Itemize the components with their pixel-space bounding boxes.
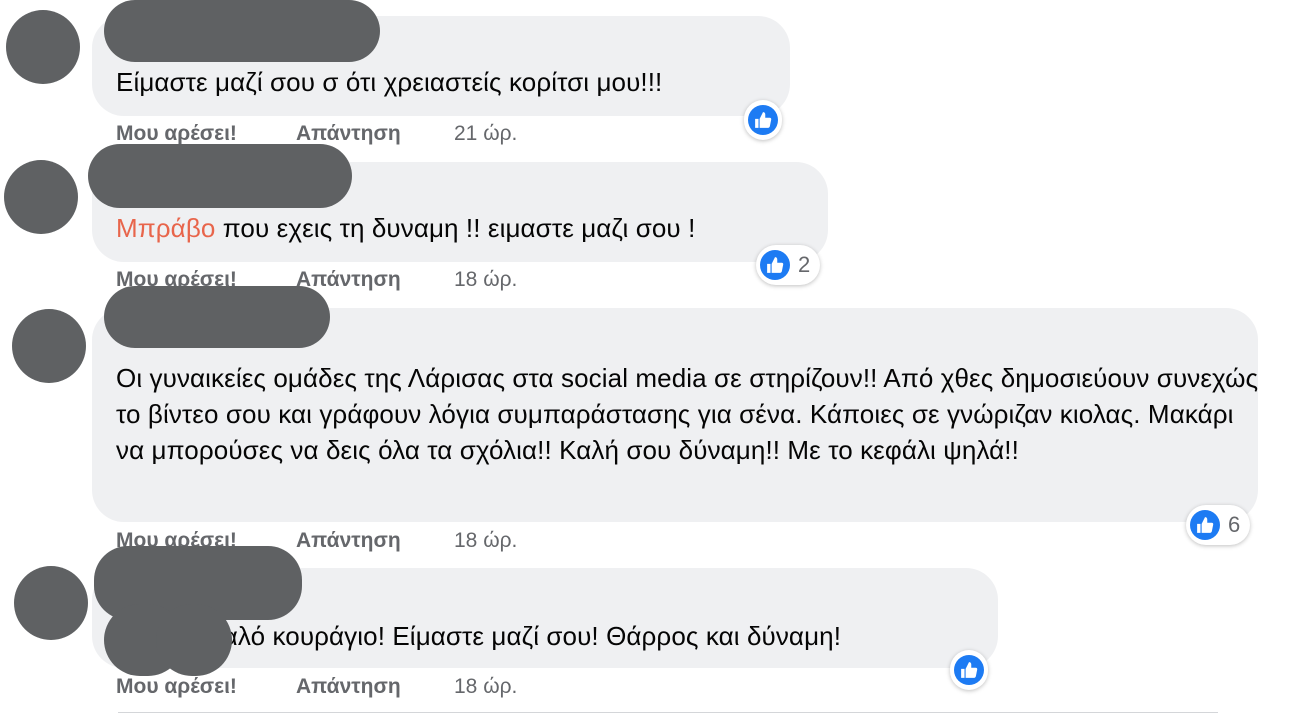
redacted-author-name[interactable] — [104, 286, 330, 348]
comment-body: που εχεις τη δυναμη !! ειμαστε μαζι σου … — [215, 213, 696, 243]
like-link[interactable]: Μου αρέσει! — [116, 675, 237, 699]
comment-text: καλό κουράγιο! Είμαστε μαζί σου! Θάρρος … — [210, 621, 842, 651]
redacted-mention[interactable] — [156, 604, 232, 676]
comment-text: Μπράβο που εχεις τη δυναμη !! ειμαστε μα… — [116, 210, 695, 246]
avatar[interactable] — [12, 309, 86, 383]
timestamp[interactable]: 18 ώρ. — [454, 529, 517, 553]
reaction-count: 6 — [1228, 512, 1241, 537]
reaction-badge[interactable] — [744, 100, 782, 140]
avatar[interactable] — [14, 566, 88, 640]
like-link[interactable]: Μου αρέσει! — [116, 122, 237, 146]
divider — [118, 712, 1218, 713]
timestamp[interactable]: 18 ώρ. — [454, 675, 517, 699]
reaction-badge[interactable] — [950, 650, 988, 690]
reply-link[interactable]: Απάντηση — [296, 529, 401, 553]
reaction-badge[interactable]: 2 — [756, 245, 821, 285]
comment-text: Οι γυναικείες ομάδες της Λάρισας στα soc… — [116, 363, 1259, 465]
like-icon — [760, 250, 790, 280]
avatar[interactable] — [4, 160, 78, 234]
redacted-author-name[interactable] — [104, 0, 380, 62]
reaction-badge[interactable]: 6 — [1186, 505, 1251, 545]
mention-link[interactable]: Μπράβο — [116, 213, 215, 243]
like-icon — [748, 105, 778, 135]
reaction-count: 2 — [798, 252, 811, 277]
like-icon — [1190, 510, 1220, 540]
reply-link[interactable]: Απάντηση — [296, 122, 401, 146]
comment-text: Είμαστε μαζί σου σ ότι χρειαστείς κορίτσ… — [116, 67, 663, 97]
redacted-author-name[interactable] — [88, 144, 352, 208]
reply-link[interactable]: Απάντηση — [296, 675, 401, 699]
like-icon — [954, 655, 984, 685]
avatar[interactable] — [6, 10, 80, 84]
timestamp[interactable]: 18 ώρ. — [454, 268, 517, 292]
timestamp[interactable]: 21 ώρ. — [454, 122, 517, 146]
